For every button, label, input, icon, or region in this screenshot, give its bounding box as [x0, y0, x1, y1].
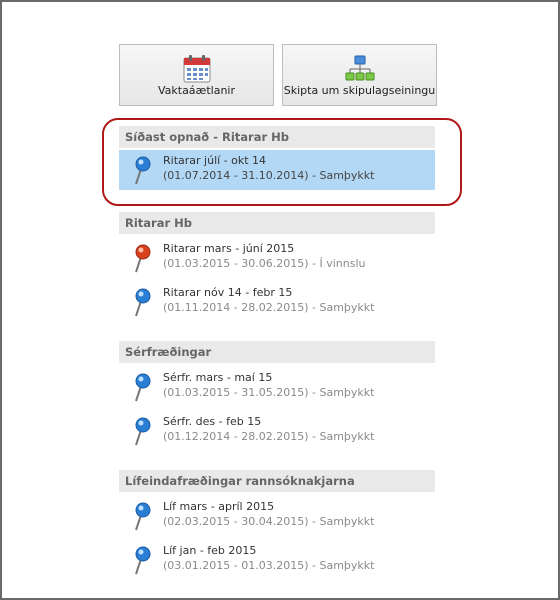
schedule-item[interactable]: Sérfr. mars - maí 15 (01.03.2015 - 31.05… [119, 367, 435, 407]
group-header-serfraedingar: Sérfræðingar [119, 341, 435, 363]
calendar-icon [183, 55, 210, 83]
schedule-detail: (01.03.2015 - 30.06.2015) - Í vinnslu [163, 257, 366, 270]
schedule-item[interactable]: Líf jan - feb 2015 (03.01.2015 - 01.03.2… [119, 540, 435, 580]
schedules-button[interactable]: Vaktaáætlanir [119, 44, 274, 106]
schedule-item-recent[interactable]: Ritarar júlí - okt 14 (01.07.2014 - 31.1… [119, 150, 435, 190]
blue-pin-icon [135, 373, 151, 402]
schedule-item[interactable]: Ritarar mars - júní 2015 (01.03.2015 - 3… [119, 238, 435, 278]
blue-pin-icon [135, 156, 151, 185]
schedule-title: Líf jan - feb 2015 [163, 544, 257, 557]
schedule-title: Sérfr. mars - maí 15 [163, 371, 273, 384]
schedule-item[interactable]: Líf mars - apríl 2015 (02.03.2015 - 30.0… [119, 496, 435, 536]
page-frame: Vaktaáætlanir Skipta um skipulagseiningu… [0, 0, 560, 600]
schedule-title: Ritarar nóv 14 - febr 15 [163, 286, 293, 299]
schedule-detail: (01.07.2014 - 31.10.2014) - Samþykkt [163, 169, 375, 182]
group-header-ritarar-hb: Ritarar Hb [119, 212, 435, 234]
blue-pin-icon [135, 288, 151, 317]
schedule-detail: (02.03.2015 - 30.04.2015) - Samþykkt [163, 515, 375, 528]
schedules-button-label: Vaktaáætlanir [157, 84, 236, 97]
schedule-detail: (03.01.2015 - 01.03.2015) - Samþykkt [163, 559, 375, 572]
switch-unit-button[interactable]: Skipta um skipulagseiningu [282, 44, 437, 106]
switch-unit-button-label: Skipta um skipulagseiningu [283, 84, 436, 97]
schedule-detail: (01.12.2014 - 28.02.2015) - Samþykkt [163, 430, 375, 443]
blue-pin-icon [135, 502, 151, 531]
schedule-title: Ritarar júlí - okt 14 [163, 154, 267, 167]
schedule-item[interactable]: Ritarar nóv 14 - febr 15 (01.11.2014 - 2… [119, 282, 435, 322]
blue-pin-icon [135, 546, 151, 575]
org-chart-icon [345, 55, 374, 81]
schedule-title: Sérfr. des - feb 15 [163, 415, 262, 428]
schedule-item[interactable]: Sérfr. des - feb 15 (01.12.2014 - 28.02.… [119, 411, 435, 451]
blue-pin-icon [135, 417, 151, 446]
recent-section-header: Síðast opnað - Ritarar Hb [119, 126, 435, 148]
schedule-title: Ritarar mars - júní 2015 [163, 242, 295, 255]
group-header-lifeindafraedingar: Lífeindafræðingar rannsóknakjarna [119, 470, 435, 492]
schedule-title: Líf mars - apríl 2015 [163, 500, 275, 513]
schedule-detail: (01.03.2015 - 31.05.2015) - Samþykkt [163, 386, 375, 399]
schedule-detail: (01.11.2014 - 28.02.2015) - Samþykkt [163, 301, 375, 314]
red-pin-icon [135, 244, 151, 273]
